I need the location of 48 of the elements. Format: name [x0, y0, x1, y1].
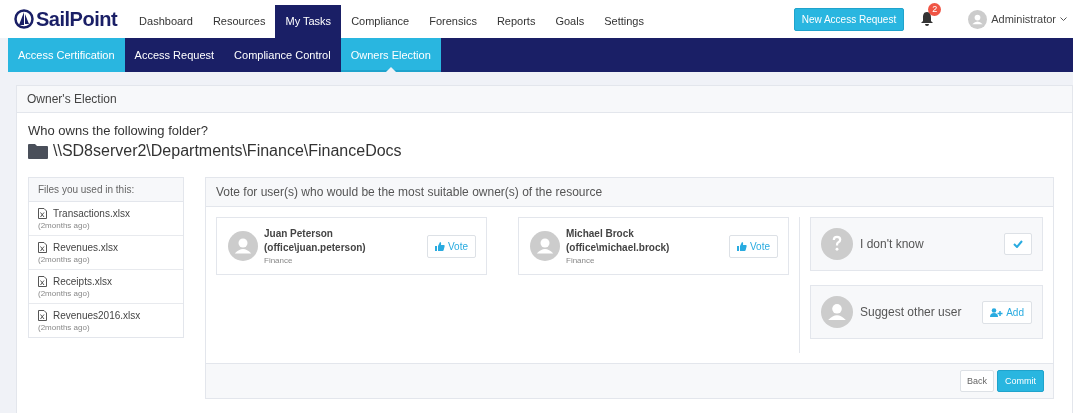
spreadsheet-file-icon — [38, 276, 47, 287]
nav-tab[interactable]: Resources — [202, 5, 276, 38]
file-item[interactable]: Revenues2016.xlsx (2months ago) — [29, 304, 183, 337]
sail-logo-icon — [14, 9, 34, 29]
thumbs-up-icon — [736, 241, 747, 251]
avatar-icon — [821, 296, 853, 328]
candidate-name: Michael Brock — [566, 227, 635, 241]
vote-title: Vote for user(s) who would be the most suitable owner(s) of the resource — [216, 185, 603, 199]
file-item[interactable]: Revenues.xlsx (2months ago) — [29, 236, 183, 270]
spreadsheet-file-icon — [38, 310, 47, 321]
nav-tab[interactable]: Reports — [486, 5, 546, 38]
spreadsheet-file-icon — [38, 242, 47, 253]
question-text: Who owns the following folder? — [28, 123, 209, 138]
nav-tab[interactable]: Settings — [594, 5, 654, 38]
nav-tab[interactable]: Goals — [545, 5, 595, 38]
file-item[interactable]: Receipts.xlsx (2months ago) — [29, 270, 183, 304]
candidate-account: (office\michael.brock) — [566, 241, 671, 255]
add-user-icon — [990, 307, 1004, 317]
candidate-department: Finance — [566, 256, 596, 265]
option-label: I don't know — [860, 237, 925, 251]
nav-tab[interactable]: Dashboard — [129, 5, 203, 38]
caret-icon — [1060, 16, 1067, 22]
avatar-icon — [530, 231, 560, 261]
user-menu[interactable]: Administrator — [968, 9, 1067, 29]
bell-icon[interactable] — [920, 11, 935, 27]
panel-title: Owner's Election — [27, 92, 117, 106]
option-label: Suggest other user — [860, 305, 963, 319]
question-avatar-icon — [821, 228, 853, 260]
candidate-department: Finance — [264, 256, 294, 265]
folder-icon — [28, 143, 48, 159]
notification-badge: 2 — [928, 3, 942, 16]
nav-tab[interactable]: Forensics — [419, 5, 487, 38]
nav-tab[interactable]: Compliance — [341, 5, 420, 38]
avatar-icon — [968, 9, 988, 29]
thumbs-up-icon — [434, 241, 445, 251]
candidate-account: (office\juan.peterson) — [264, 241, 367, 255]
back-button[interactable]: Back — [960, 370, 994, 392]
nav-tab[interactable]: My Tasks — [275, 5, 342, 38]
folder-path: \\SD8server2\Departments\Finance\FinanceDocs — [53, 142, 402, 160]
file-item[interactable]: Transactions.xlsx (2months ago) — [29, 202, 183, 236]
subnav-tab[interactable]: Compliance Control — [224, 38, 341, 72]
subnav-tab[interactable]: Access Request — [124, 38, 225, 72]
spreadsheet-file-icon — [38, 208, 47, 219]
files-title: Files you used in this: — [38, 184, 135, 195]
candidate-name: Juan Peterson — [264, 227, 334, 241]
brand-name: SailPoint — [36, 7, 118, 31]
avatar-icon — [228, 231, 258, 261]
check-icon — [1013, 240, 1023, 248]
